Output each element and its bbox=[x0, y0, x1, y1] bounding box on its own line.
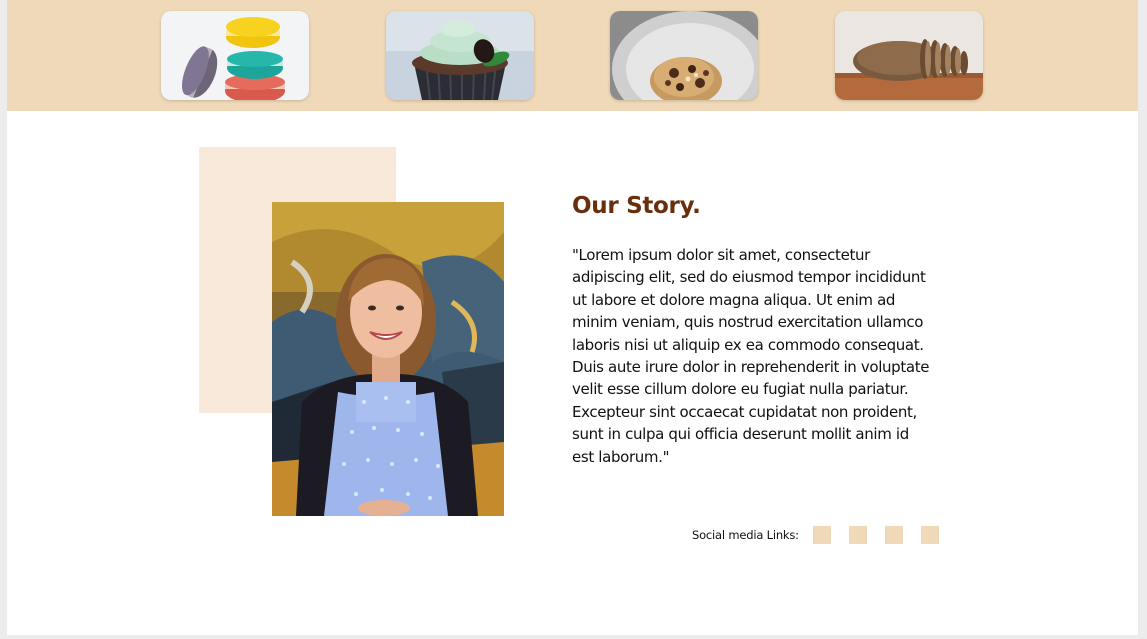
social-link-2[interactable] bbox=[848, 526, 867, 544]
cupcake-image[interactable] bbox=[386, 11, 534, 100]
bread-image[interactable] bbox=[835, 11, 983, 100]
macarons-image[interactable] bbox=[161, 11, 309, 100]
social-media-links: Social media Links: bbox=[692, 525, 957, 545]
story-title: Our Story. bbox=[572, 193, 701, 219]
baker-portrait-image bbox=[272, 202, 504, 516]
social-media-label: Social media Links: bbox=[692, 528, 799, 542]
social-link-1[interactable] bbox=[812, 526, 831, 544]
page: Our Story. "Lorem ipsum dolor sit amet, … bbox=[7, 0, 1138, 635]
cookie-image[interactable] bbox=[610, 11, 758, 100]
story-body-text: "Lorem ipsum dolor sit amet, consectetur… bbox=[572, 246, 930, 466]
social-link-4[interactable] bbox=[920, 526, 939, 544]
social-link-3[interactable] bbox=[884, 526, 903, 544]
banner bbox=[7, 0, 1138, 111]
